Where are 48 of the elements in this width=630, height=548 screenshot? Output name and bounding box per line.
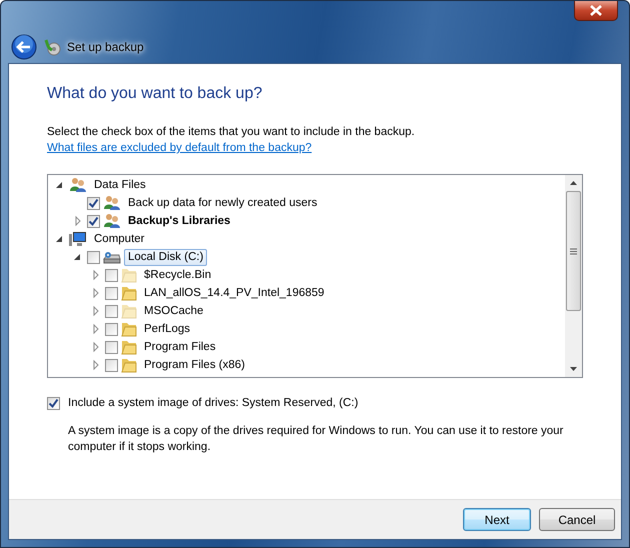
checkbox[interactable] <box>47 397 60 410</box>
folder-icon <box>121 321 137 337</box>
window-title: Set up backup <box>67 39 144 56</box>
check-icon <box>88 216 99 226</box>
check-icon <box>88 198 99 208</box>
tree-item[interactable]: Program Files <box>140 338 220 356</box>
users-icon <box>69 177 87 193</box>
system-image-note: A system image is a copy of the drives required for Windows to run. You can use it to restore your computer if it stops working. <box>68 424 564 456</box>
tree-item[interactable]: Backup's Libraries <box>124 212 234 230</box>
back-button[interactable] <box>11 34 37 60</box>
folder-icon <box>121 357 137 373</box>
cancel-button[interactable]: Cancel <box>539 508 615 531</box>
excluded-files-link[interactable]: What files are excluded by default from the backup? <box>47 142 312 154</box>
close-icon <box>589 5 603 16</box>
tree-item[interactable]: Data Files <box>90 176 150 194</box>
tree-item[interactable]: PerfLogs <box>140 320 194 338</box>
instruction-text: Select the check box of the items that you want to include in the backup. What files are excluded by default from the backup? <box>47 125 416 156</box>
page-heading: What do you want to back up? <box>47 84 264 104</box>
folder-icon <box>121 339 137 355</box>
checkbox-label: Include a system image of drives: System Reserved, (C:) <box>68 396 358 411</box>
tree-item[interactable]: Local Disk (C:) <box>124 248 208 266</box>
checkbox[interactable] <box>87 214 100 228</box>
users-icon <box>103 195 121 211</box>
users-icon <box>103 213 121 229</box>
check-icon <box>48 398 59 410</box>
scrollbar[interactable] <box>565 175 582 377</box>
drive-icon <box>103 249 121 265</box>
grip-icon <box>570 248 577 254</box>
tree-item[interactable]: Computer <box>90 230 148 248</box>
tree-item[interactable]: LAN_allOS_14.4_PV_Intel_196859 <box>140 284 328 302</box>
tree-item[interactable]: Program Files (x86) <box>140 356 249 374</box>
checkbox[interactable] <box>105 358 118 372</box>
checkbox[interactable] <box>105 340 118 354</box>
folder-icon <box>121 285 137 301</box>
backup-icon <box>43 38 61 56</box>
next-button[interactable]: Next <box>463 508 531 531</box>
checkbox[interactable] <box>105 322 118 336</box>
scroll-thumb[interactable] <box>566 191 581 311</box>
computer-icon <box>69 231 87 247</box>
tree-item[interactable]: MSOCache <box>140 302 208 320</box>
tree-item[interactable]: $Recycle.Bin <box>140 266 216 284</box>
checkbox[interactable] <box>87 196 100 210</box>
checkbox[interactable] <box>105 268 118 282</box>
tree-item[interactable]: Back up data for newly created users <box>124 194 322 212</box>
close-button[interactable] <box>574 1 618 21</box>
checkbox[interactable] <box>87 250 100 264</box>
checkbox[interactable] <box>105 304 118 318</box>
checkbox[interactable] <box>105 286 118 300</box>
